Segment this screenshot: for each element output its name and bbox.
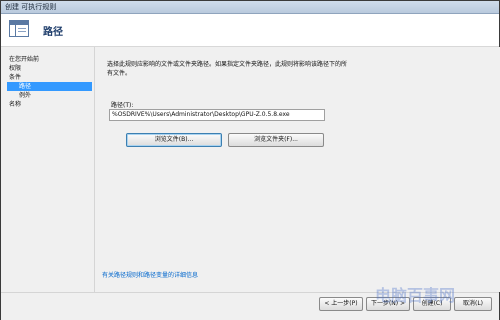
description-line-2: 有文件。 [107, 70, 132, 77]
browse-folders-button[interactable]: 浏览文件夹(F)... [228, 133, 324, 147]
description-line-1: 选择此规则应影响的文件或文件夹路径。如果指定文件夹路径，此规则将影响该路径下的所 [107, 61, 348, 68]
sidebar-item-permissions[interactable]: 权限 [9, 64, 89, 73]
back-button[interactable]: < 上一步(P) [319, 297, 363, 311]
title-bar[interactable]: 创建 可执行规则 [1, 1, 499, 14]
browse-files-button[interactable]: 浏览文件(B)... [126, 133, 222, 147]
sidebar-item-exceptions[interactable]: 例外 [19, 91, 89, 100]
sidebar-item-before-you-begin[interactable]: 在您开始前 [9, 55, 89, 64]
path-rules-help-link[interactable]: 有关路径规则和路径变量的详细信息 [102, 270, 198, 279]
wizard-steps-pane: 在您开始前 权限 条件 路径 例外 名称 [1, 47, 94, 319]
sidebar-item-name[interactable]: 名称 [9, 100, 89, 109]
create-executable-rule-dialog: 创建 可执行规则 路径 在您开始前 权限 条件 路径 例外 名称 选择此规则应影… [0, 0, 500, 320]
path-label: 路径(T): [111, 102, 134, 109]
path-input[interactable]: %OSDRIVE%\Users\Administrator\Desktop\GP… [109, 109, 325, 121]
path-description: 选择此规则应影响的文件或文件夹路径。如果指定文件夹路径，此规则将影响该路径下的所… [107, 60, 377, 78]
page-title: 路径 [43, 27, 63, 38]
wizard-header: 路径 [1, 14, 499, 47]
cancel-button[interactable]: 取消(L) [454, 297, 492, 311]
sidebar-item-path[interactable]: 路径 [7, 82, 92, 91]
wizard-content: 选择此规则应影响的文件或文件夹路径。如果指定文件夹路径，此规则将影响该路径下的所… [94, 47, 500, 292]
window-title: 创建 可执行规则 [5, 3, 57, 11]
sidebar-item-conditions[interactable]: 条件 [9, 73, 89, 82]
rule-window-icon [9, 20, 29, 37]
watermark: 电脑百事网 [375, 286, 456, 305]
